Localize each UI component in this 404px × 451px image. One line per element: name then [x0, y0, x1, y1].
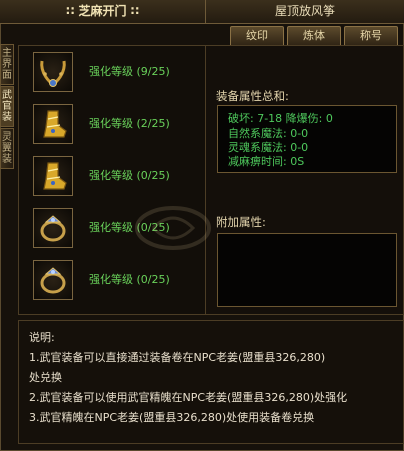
ring-icon	[40, 215, 66, 242]
watermark-logo-icon	[135, 206, 211, 250]
enhance-level-label: 强化等级 (9/25)	[89, 65, 170, 78]
instructions-heading: 说明:	[29, 331, 55, 344]
side-tab-main[interactable]: 主界面	[0, 44, 14, 85]
stats-box: 破坏: 7-18 降爆伤: 0 自然系魔法: 0-0 灵魂系魔法: 0-0 减麻…	[217, 105, 397, 173]
necklace-icon	[40, 60, 66, 87]
equipment-slot[interactable]	[33, 260, 73, 300]
instruction-line: 2.武官装备可以使用武官精魄在NPC老姜(盟重县326,280)处强化	[29, 391, 348, 404]
equipment-row: 强化等级 (9/25)	[19, 46, 205, 98]
side-nav: 主界面 武官装 灵翼装	[0, 44, 14, 170]
equipment-list: 强化等级 (9/25) 强化等级 (2/25) 强化等级 (0/25) 强化等级…	[18, 45, 206, 315]
tab-chenghao[interactable]: 称号	[344, 26, 398, 46]
stat-row: 破坏: 7-18 降爆伤: 0	[228, 112, 333, 125]
window-title: ∷ 芝麻开门 ∷	[0, 0, 206, 23]
top-tabs: 纹印 炼体 称号	[230, 26, 398, 46]
instruction-line: 处兑换	[29, 371, 62, 384]
side-tab-wuguan[interactable]: 武官装	[0, 86, 14, 127]
equipment-row: 强化等级 (2/25)	[19, 98, 205, 150]
boot-icon	[43, 110, 67, 138]
player-name: 屋顶放风筝	[274, 4, 335, 18]
equipment-slot[interactable]	[33, 156, 73, 196]
tab-wenyin[interactable]: 纹印	[230, 26, 284, 46]
enhance-level-label: 强化等级 (2/25)	[89, 117, 170, 130]
stat-row: 减麻痹时间: 0S	[228, 155, 305, 168]
instruction-line: 1.武官装备可以直接通过装备卷在NPC老姜(盟重县326,280)	[29, 351, 326, 364]
extra-attributes-title: 附加属性:	[216, 215, 266, 229]
equipment-slot[interactable]	[33, 52, 73, 92]
enhance-level-label: 强化等级 (0/25)	[89, 169, 170, 182]
extra-attributes-box	[217, 233, 397, 307]
side-tab-lingyi[interactable]: 灵翼装	[0, 128, 14, 169]
enhance-level-label: 强化等级 (0/25)	[89, 273, 170, 286]
equipment-slot[interactable]	[33, 104, 73, 144]
instruction-line: 3.武官精魄在NPC老姜(盟重县326,280)处使用装备卷兑换	[29, 411, 315, 424]
boot-icon	[43, 162, 67, 190]
equipment-row: 强化等级 (0/25)	[19, 254, 205, 306]
equipment-row: 强化等级 (0/25)	[19, 150, 205, 202]
attribute-panel: 装备属性总和: 破坏: 7-18 降爆伤: 0 自然系魔法: 0-0 灵魂系魔法…	[205, 45, 404, 315]
equipment-slot[interactable]	[33, 208, 73, 248]
instructions-box: 说明: 1.武官装备可以直接通过装备卷在NPC老姜(盟重县326,280) 处兑…	[18, 320, 404, 444]
ring-icon	[40, 267, 66, 294]
title-bar: ∷ 芝麻开门 ∷ 屋顶放风筝	[0, 0, 404, 24]
stats-title: 装备属性总和:	[216, 89, 289, 103]
tab-lianti[interactable]: 炼体	[287, 26, 341, 46]
